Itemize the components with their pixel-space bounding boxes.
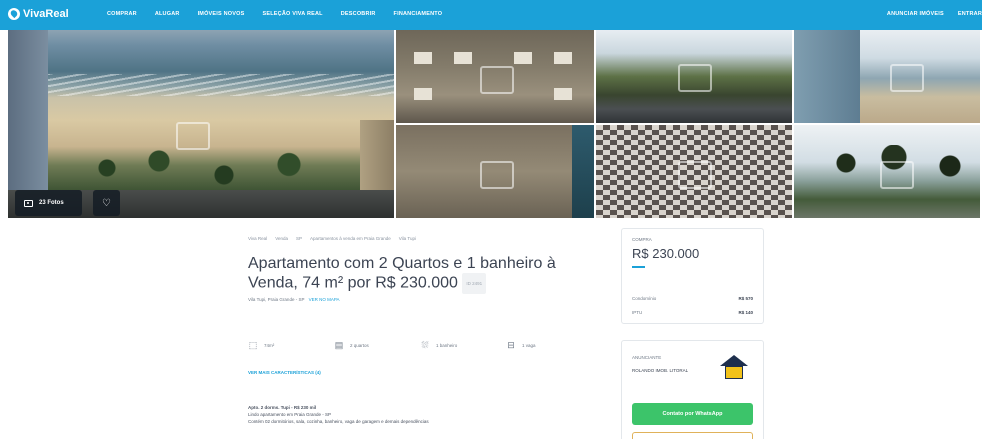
- price-accent-bar: [632, 266, 645, 268]
- gallery-photo[interactable]: [794, 125, 982, 220]
- breadcrumb-item[interactable]: SP: [296, 236, 302, 241]
- gallery-photo[interactable]: [396, 125, 596, 220]
- view-photos-button[interactable]: 23 Fotos: [15, 190, 82, 216]
- top-navigation: VivaReal COMPRAR ALUGAR IMÓVEIS NOVOS SE…: [0, 0, 982, 30]
- feature-label: 1 vaga: [522, 343, 536, 348]
- breadcrumb-item[interactable]: Venda: [275, 236, 288, 241]
- photo-tower: [794, 30, 860, 123]
- nav-comprar[interactable]: COMPRAR: [107, 11, 137, 17]
- map-link[interactable]: VER NO MAPA: [309, 297, 340, 302]
- fee-row-condominio: Condomínio R$ 570: [632, 296, 753, 301]
- fee-value: R$ 140: [738, 310, 753, 315]
- bath-icon: ⛆: [421, 340, 429, 350]
- price-label: COMPRA: [632, 237, 652, 242]
- gallery-photo[interactable]: [596, 125, 794, 220]
- description-lead: Apto. 2 dorms. Tupi - R$ 230 mil: [248, 405, 317, 410]
- vivareal-logo[interactable]: VivaReal: [8, 8, 69, 20]
- logo-pin-icon: [8, 8, 20, 20]
- nav-entrar[interactable]: ENTRAR: [958, 11, 982, 17]
- feature-label: 2 quartos: [350, 343, 369, 348]
- watermark-icon: [480, 161, 514, 189]
- advertiser-label: ANUNCIANTE: [632, 355, 662, 360]
- photo-window: [554, 88, 572, 100]
- breadcrumb: Viva Real Venda SP Apartamentos à venda …: [248, 236, 416, 241]
- heart-icon: ♡: [102, 197, 111, 209]
- nav-selecao[interactable]: SELEÇÃO VIVA REAL: [262, 11, 322, 17]
- photo-waves: [8, 74, 394, 96]
- nav-alugar[interactable]: ALUGAR: [155, 11, 180, 17]
- feature-label: 1 banheiro: [436, 343, 458, 348]
- listing-title-text: Apartamento com 2 Quartos e 1 banheiro à…: [248, 255, 556, 292]
- photo-window: [554, 52, 572, 64]
- watermark-icon: [176, 122, 210, 150]
- feature-label: 74m²: [264, 343, 275, 348]
- camera-icon: [24, 199, 33, 207]
- watermark-icon: [678, 161, 712, 189]
- watermark-icon: [480, 66, 514, 94]
- photos-count-label: 23 Fotos: [39, 200, 64, 206]
- price-card: COMPRA R$ 230.000 Condomínio R$ 570 IPTU…: [621, 228, 764, 324]
- advertiser-card: ANUNCIANTE ROLANDO IMOB. LITORAL Contato…: [621, 340, 764, 439]
- nav-descobrir[interactable]: DESCOBRIR: [341, 11, 376, 17]
- area-icon: ⬚: [248, 340, 258, 350]
- secondary-contact-button[interactable]: [632, 432, 753, 439]
- fee-row-iptu: IPTU R$ 140: [632, 310, 753, 315]
- fee-label: Condomínio: [632, 296, 657, 301]
- logo-wall: [725, 366, 743, 379]
- main-nav: COMPRAR ALUGAR IMÓVEIS NOVOS SELEÇÃO VIV…: [107, 11, 442, 17]
- advertiser-logo-icon[interactable]: [720, 355, 748, 380]
- all-features-link[interactable]: VER MAIS CARACTERÍSTICAS (4): [248, 370, 321, 375]
- price-value: R$ 230.000: [632, 246, 700, 261]
- feature-area: ⬚ 74m²: [248, 340, 334, 351]
- description-line: Lindo apartamento em Praia Grande - SP: [248, 412, 332, 417]
- logo-roof: [720, 355, 748, 366]
- watermark-icon: [890, 64, 924, 92]
- address-text: Vila Tupi, Praia Grande - SP: [248, 297, 305, 302]
- photo-window: [414, 88, 432, 100]
- favorite-button[interactable]: ♡: [93, 190, 120, 216]
- listing-title: Apartamento com 2 Quartos e 1 banheiro à…: [248, 254, 593, 294]
- listing-code-badge: ID 2491: [462, 273, 487, 294]
- nav-financiamento[interactable]: FINANCIAMENTO: [394, 11, 443, 17]
- listing-address: Vila Tupi, Praia Grande - SP VER NO MAPA: [248, 297, 340, 302]
- advertiser-name[interactable]: ROLANDO IMOB. LITORAL: [632, 368, 688, 373]
- feature-bedrooms: ▤ 2 quartos: [334, 340, 420, 351]
- fee-value: R$ 570: [738, 296, 753, 301]
- listing-description: Apto. 2 dorms. Tupi - R$ 230 mil Lindo a…: [248, 404, 548, 425]
- photo-window: [454, 52, 472, 64]
- feature-bathrooms: ⛆ 1 banheiro: [420, 340, 506, 351]
- breadcrumb-item[interactable]: Viva Real: [248, 236, 267, 241]
- account-nav: ANUNCIAR IMÓVEIS ENTRAR: [887, 11, 982, 17]
- watermark-icon: [678, 64, 712, 92]
- breadcrumb-item[interactable]: Vila Tupi: [399, 236, 416, 241]
- feature-parking: ⊟ 1 vaga: [506, 340, 592, 351]
- photo-window: [414, 52, 432, 64]
- garage-icon: ⊟: [507, 340, 515, 350]
- gallery-photo[interactable]: [596, 30, 794, 125]
- nav-imoveis-novos[interactable]: IMÓVEIS NOVOS: [198, 11, 245, 17]
- fee-label: IPTU: [632, 310, 643, 315]
- description-line: Contém 02 dormitórios, sala, cozinha, ba…: [248, 419, 429, 424]
- photo-window: [514, 52, 532, 64]
- gallery-photo[interactable]: [794, 30, 982, 125]
- photo-sky: [572, 125, 594, 218]
- feature-list: ⬚ 74m² ▤ 2 quartos ⛆ 1 banheiro ⊟ 1 vaga: [248, 340, 592, 351]
- logo-text: VivaReal: [23, 8, 69, 20]
- bed-icon: ▤: [334, 340, 344, 350]
- gallery-photo[interactable]: [396, 30, 596, 125]
- watermark-icon: [880, 161, 914, 189]
- breadcrumb-item[interactable]: Apartamentos à venda em Praia Grande: [310, 236, 391, 241]
- whatsapp-contact-button[interactable]: Contato por WhatsApp: [632, 403, 753, 425]
- photo-gallery: [8, 30, 982, 220]
- nav-anunciar[interactable]: ANUNCIAR IMÓVEIS: [887, 11, 944, 17]
